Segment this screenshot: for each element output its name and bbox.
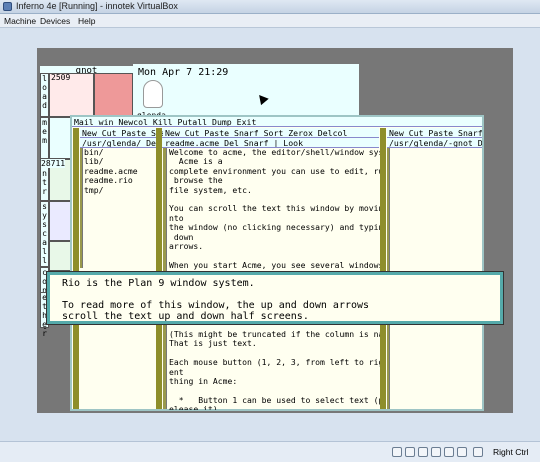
col3-file-tag[interactable]: /usr/glenda/-gnot Del Sn <box>387 138 482 148</box>
usb-icon[interactable] <box>444 447 454 457</box>
network-icon[interactable] <box>431 447 441 457</box>
floppy-icon[interactable] <box>418 447 428 457</box>
harddisk-icon[interactable] <box>392 447 402 457</box>
status-bar: Right Ctrl <box>0 441 540 462</box>
col1-box[interactable] <box>73 128 79 409</box>
window-title: Inferno 4e [Running] - innotek VirtualBo… <box>16 1 178 11</box>
readme-text-lower[interactable]: (This might be truncated if the column i… <box>169 330 381 410</box>
menu-help[interactable]: Help <box>78 16 95 26</box>
intr-value: 28711 <box>41 159 66 168</box>
col2-file-tag[interactable]: readme.acme Del Snarf | Look <box>163 138 379 148</box>
host-key-label: Right Ctrl <box>493 447 529 457</box>
menu-devices[interactable]: Devices <box>40 16 70 26</box>
load-value: 2509 <box>51 73 71 82</box>
mem-label: m e m <box>40 117 49 159</box>
mouse-integration-icon[interactable] <box>473 447 483 457</box>
shared-folders-icon[interactable] <box>457 447 467 457</box>
menu-bar: Machine Devices Help <box>0 14 540 28</box>
acme-main-tag[interactable]: Mail win Newcol Kill Putall Dump Exit <box>72 117 482 127</box>
acme-window[interactable]: Mail win Newcol Kill Putall Dump Exit Ne… <box>70 115 484 411</box>
col1-file-list[interactable]: bin/ lib/ readme.acme readme.rio tmp/ <box>84 148 164 268</box>
load-label: l o a d <box>40 73 49 117</box>
rio-text[interactable]: Rio is the Plan 9 window system. To read… <box>62 278 369 322</box>
rio-window[interactable]: Rio is the Plan 9 window system. To read… <box>47 272 503 324</box>
col2-tag[interactable]: New Cut Paste Snarf Sort Zerox Delcol <box>163 128 379 138</box>
syscall-label: s y s c a l l <box>40 201 49 267</box>
cdrom-icon[interactable] <box>405 447 415 457</box>
glenda-bunny-icon <box>143 80 163 108</box>
readme-text[interactable]: Welcome to acme, the editor/shell/window… <box>169 148 381 274</box>
col1-scrollbar[interactable] <box>80 148 83 268</box>
col2-box[interactable] <box>156 128 162 409</box>
load-graph-fill <box>94 73 133 117</box>
col1-tag[interactable]: New Cut Paste Snarf <box>80 128 164 138</box>
clock-datetime: Mon Apr 7 21:29 <box>138 67 229 78</box>
col1-file-tag[interactable]: /usr/glenda/ Del Sn <box>80 138 164 148</box>
menu-machine[interactable]: Machine <box>4 16 36 26</box>
col3-box[interactable] <box>380 128 386 409</box>
virtualbox-icon <box>3 2 12 11</box>
col3-tag[interactable]: New Cut Paste Snarf Sort <box>387 128 482 138</box>
title-bar: Inferno 4e [Running] - innotek VirtualBo… <box>0 0 540 14</box>
